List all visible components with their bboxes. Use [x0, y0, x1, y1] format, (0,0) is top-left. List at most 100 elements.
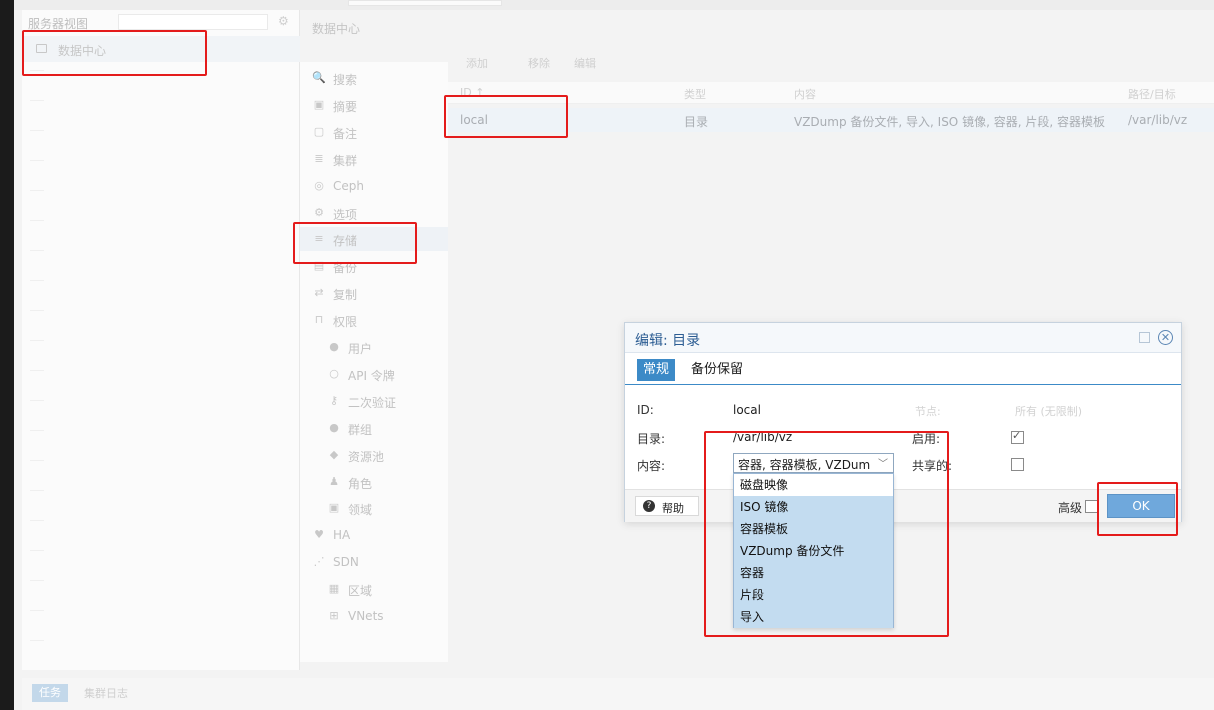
ceph-icon: ◎	[314, 178, 324, 192]
restore-icon[interactable]	[1139, 332, 1150, 343]
tree-divider	[30, 130, 44, 131]
unlock-icon: ⊓	[314, 313, 324, 327]
breadcrumb: 数据中心	[312, 22, 361, 36]
nav-item-label: SDN	[333, 555, 359, 570]
cell-type: 目录	[684, 115, 709, 129]
nav-item-label: 搜索	[333, 73, 358, 87]
tree-divider	[30, 490, 44, 491]
nav-item-label: 区域	[348, 584, 373, 599]
nav-item-label: VNets	[348, 609, 384, 623]
nav-item-label: Ceph	[333, 178, 364, 193]
nav-item-label: 角色	[348, 476, 373, 491]
nav-item-label: 复制	[333, 288, 358, 303]
nav-item-label: 资源池	[348, 449, 385, 464]
top-search-field[interactable]	[348, 0, 502, 6]
nav-item-male[interactable]: ♟ 角色	[300, 470, 448, 494]
remove-button[interactable]: 移除	[528, 55, 550, 71]
column-header-content[interactable]: 内容	[794, 86, 816, 102]
nav-item-label: 摘要	[333, 99, 358, 114]
nav-item-notes[interactable]: ▢ 备注	[300, 120, 448, 144]
window-edge	[0, 0, 14, 710]
nav-item-key[interactable]: ⚷ 二次验证	[300, 389, 448, 413]
tasks-tab[interactable]: 任务	[32, 684, 68, 702]
annotation-box-content-dropdown	[704, 431, 949, 637]
nav-item-cluster[interactable]: ≣ 集群	[300, 147, 448, 171]
dialog-title: 编辑: 目录	[635, 333, 701, 349]
nav-item-user-outline[interactable]: ○ API 令牌	[300, 362, 448, 386]
datacenter-nav: 🔍 搜索 ▣ 摘要 ▢ 备注 ≣ 集群 ◎ Ceph ⚙ 选项 ≡ 存储 ▤ 备份 ⇄ 复制 ⊓ 权限 ● 用户 ○ API …	[300, 62, 448, 662]
nav-item-label: HA	[333, 528, 351, 543]
tree-divider	[30, 160, 44, 161]
nav-item-label: 群组	[348, 422, 373, 437]
nav-item-tags[interactable]: ◆ 资源池	[300, 443, 448, 467]
tree-divider	[30, 460, 44, 461]
tree-view-selector[interactable]	[118, 14, 268, 30]
shared-checkbox[interactable]	[1011, 458, 1024, 471]
nav-item-address-book[interactable]: ▣ 领域	[300, 496, 448, 520]
dialog-tabs: 常规 备份保留	[625, 356, 1181, 384]
nav-item-label: API 令牌	[348, 368, 395, 383]
cluster-log-tab[interactable]: 集群日志	[84, 685, 128, 701]
tree-divider	[30, 370, 44, 371]
dialog-titlebar[interactable]: 编辑: 目录 ✕	[625, 323, 1181, 353]
nav-item-label: 集群	[333, 153, 358, 168]
nav-item-label: 权限	[333, 315, 358, 330]
tree-divider	[30, 520, 44, 521]
nav-item-unlock[interactable]: ⊓ 权限	[300, 308, 448, 332]
column-header-type[interactable]: 类型	[684, 86, 706, 102]
content-label: 内容:	[637, 459, 666, 473]
cell-content: VZDump 备份文件, 导入, ISO 镜像, 容器, 片段, 容器模板	[794, 115, 1105, 129]
column-header-path[interactable]: 路径/目标	[1128, 86, 1176, 102]
tree-divider	[30, 220, 44, 221]
tab-general[interactable]: 常规	[637, 359, 676, 381]
annotation-box-ok	[1097, 482, 1178, 536]
tab-strip-divider	[625, 384, 1181, 385]
edit-button[interactable]: 编辑	[574, 55, 596, 71]
tree-divider	[30, 280, 44, 281]
tree-divider	[30, 100, 44, 101]
nav-item-th[interactable]: ▦ 区域	[300, 577, 448, 601]
tree-divider	[30, 430, 44, 431]
nav-item-ceph[interactable]: ◎ Ceph	[300, 174, 448, 198]
tree-divider	[30, 610, 44, 611]
tree-divider	[30, 550, 44, 551]
close-icon[interactable]: ✕	[1158, 330, 1173, 345]
tab-backup-retention[interactable]: 备份保留	[691, 359, 743, 381]
storage-toolbar: 添加 移除 编辑	[456, 52, 1214, 74]
directory-label: 目录:	[637, 432, 666, 446]
nav-item-users[interactable]: ● 群组	[300, 416, 448, 440]
annotation-box-local-row	[444, 95, 568, 138]
top-bar	[14, 0, 1214, 10]
notes-icon: ▢	[313, 124, 325, 138]
nav-item-retweet[interactable]: ⇄ 复制	[300, 281, 448, 305]
nodes-field[interactable]: 所有 (无限制)	[1015, 403, 1082, 419]
advanced-label: 高级	[1058, 501, 1083, 515]
retweet-icon: ⇄	[314, 286, 324, 300]
annotation-box-storage-nav	[293, 222, 417, 264]
tree-divider	[30, 580, 44, 581]
nav-item-heartbeat[interactable]: ♥ HA	[300, 523, 448, 547]
tree-divider	[30, 250, 44, 251]
help-button[interactable]: ? 帮助	[635, 496, 699, 516]
nav-item-sdn[interactable]: ⋰ SDN	[300, 550, 448, 574]
heartbeat-icon: ♥	[314, 528, 324, 542]
add-button[interactable]: 添加	[466, 55, 488, 71]
nav-item-gear[interactable]: ⚙ 选项	[300, 201, 448, 225]
tree-divider	[30, 310, 44, 311]
enable-checkbox[interactable]	[1011, 429, 1024, 444]
users-icon: ●	[329, 420, 339, 434]
resource-tree-panel	[22, 10, 300, 670]
sdn-icon: ⋰	[313, 555, 325, 569]
sitemap-icon: ⊞	[329, 609, 339, 622]
nav-item-search[interactable]: 🔍 搜索	[300, 66, 448, 90]
id-label: ID:	[637, 403, 654, 417]
annotation-box-datacenter	[22, 30, 207, 76]
nav-item-summary[interactable]: ▣ 摘要	[300, 93, 448, 117]
nav-item-user[interactable]: ● 用户	[300, 335, 448, 359]
key-icon: ⚷	[329, 393, 339, 407]
nav-item-sitemap[interactable]: ⊞ VNets	[300, 604, 448, 628]
nav-item-label: 二次验证	[348, 395, 397, 410]
gear-icon[interactable]: ⚙	[278, 14, 289, 28]
cell-path: /var/lib/vz	[1128, 113, 1188, 127]
cluster-icon: ≣	[314, 151, 324, 165]
